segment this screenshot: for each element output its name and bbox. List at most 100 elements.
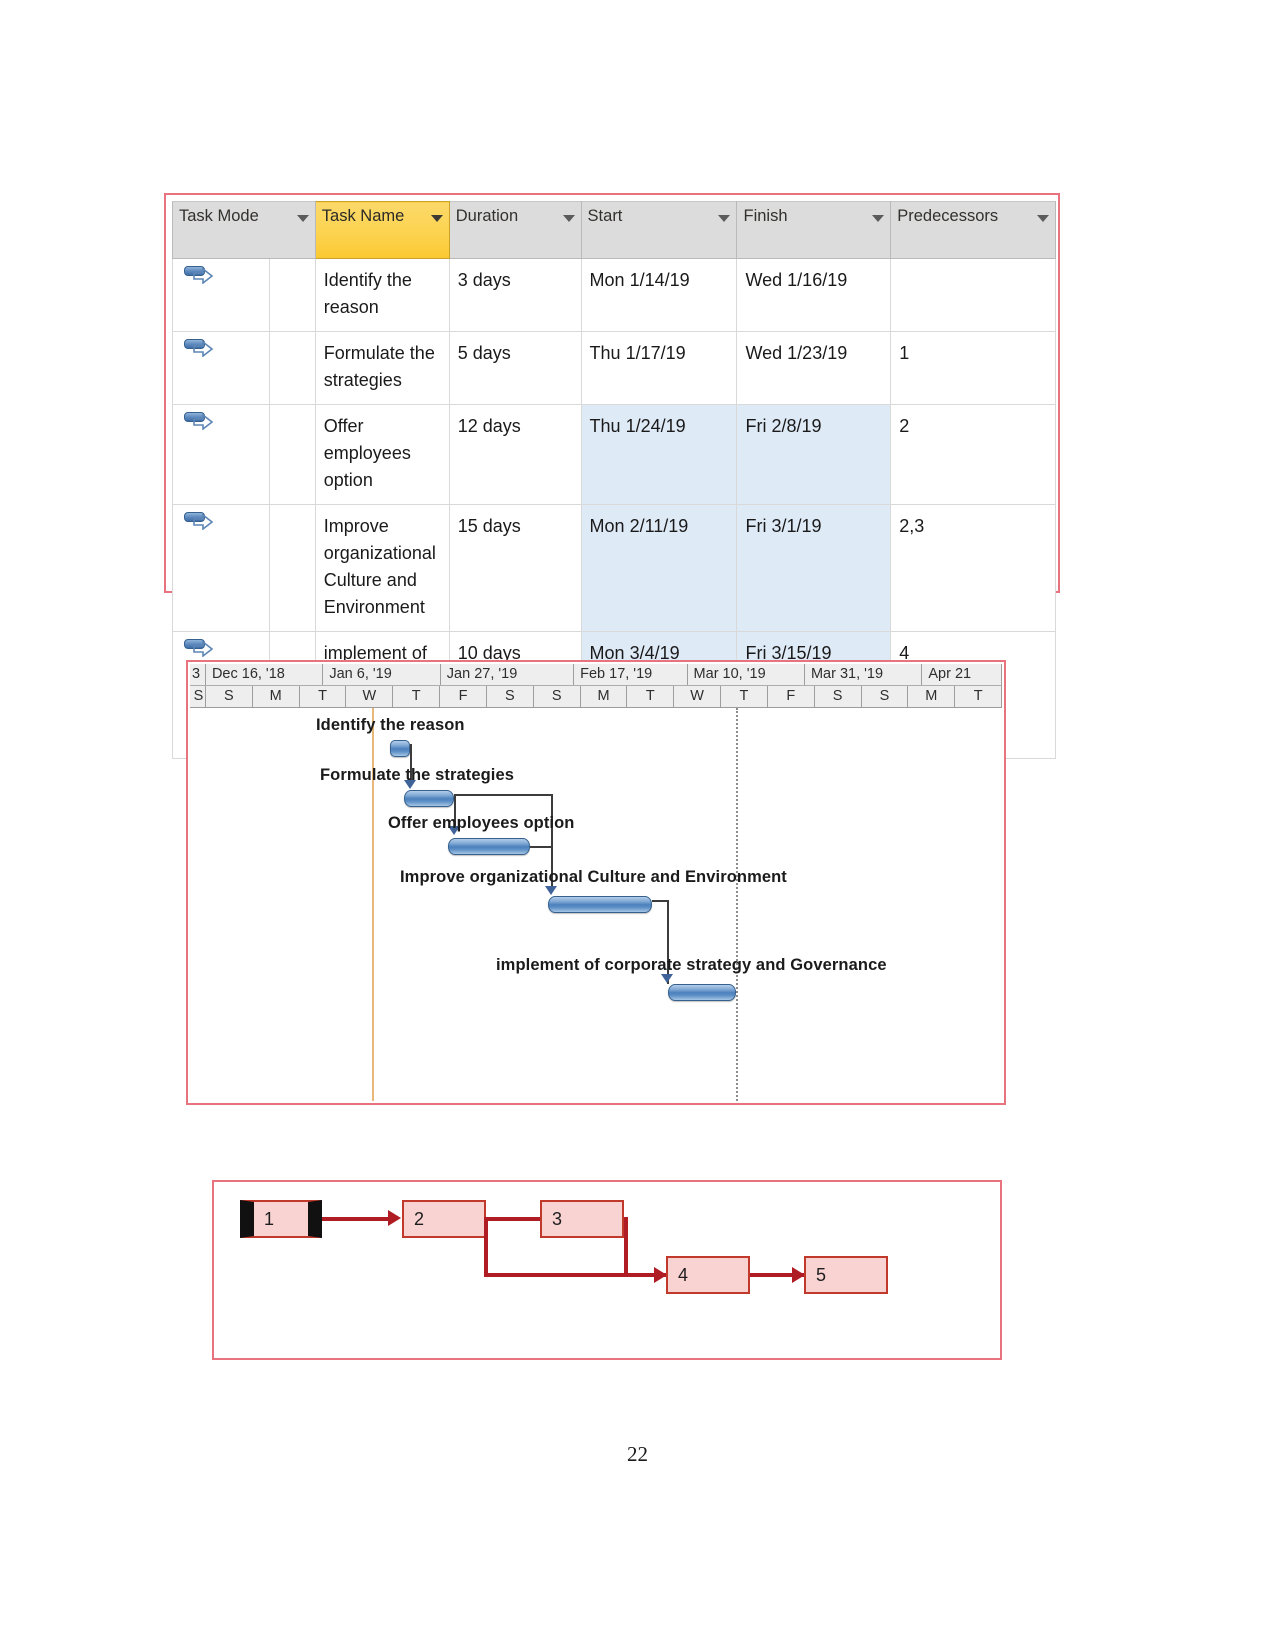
task-indent-cell — [268, 404, 316, 505]
start-cell[interactable]: Mon 2/11/19 — [580, 504, 738, 632]
arrow-right-icon — [388, 1210, 401, 1226]
auto-schedule-icon — [183, 511, 214, 541]
gantt-link — [530, 846, 552, 848]
task-name-cell[interactable]: Identify the reason — [314, 258, 450, 332]
start-cell[interactable]: Thu 1/24/19 — [580, 404, 738, 505]
task-indent-cell — [268, 504, 316, 632]
chevron-down-icon[interactable] — [296, 215, 309, 222]
gantt-month-cell: Dec 16, '18 — [205, 664, 324, 685]
task-mode-cell[interactable] — [172, 404, 270, 505]
gantt-bar[interactable] — [668, 984, 736, 1001]
task-name-cell[interactable]: Improve organizational Culture and Envir… — [314, 504, 450, 632]
task-mode-cell[interactable] — [172, 504, 270, 632]
page-number: 22 — [627, 1442, 648, 1466]
column-header-task-mode[interactable]: Task Mode — [172, 201, 316, 259]
gantt-day-cell: S — [205, 686, 253, 707]
gantt-bar[interactable] — [448, 838, 530, 855]
task-mode-cell[interactable] — [172, 258, 270, 332]
gantt-link-arrow-icon — [661, 974, 673, 983]
gantt-day-cell: S — [814, 686, 862, 707]
duration-cell[interactable]: 15 days — [448, 504, 582, 632]
column-header-start[interactable]: Start — [580, 201, 738, 259]
gantt-day-cell: T — [955, 686, 1003, 707]
start-cell[interactable]: Thu 1/17/19 — [580, 331, 738, 405]
network-edge-1-2 — [322, 1217, 394, 1221]
network-node-2[interactable]: 2 — [402, 1200, 486, 1238]
gantt-month-cell: Jan 6, '19 — [323, 664, 441, 685]
finish-cell[interactable]: Wed 1/16/19 — [736, 258, 892, 332]
task-name-cell[interactable]: Offer employees option — [314, 404, 450, 505]
task-name-cell[interactable]: Formulate the strategies — [314, 331, 450, 405]
network-node-4[interactable]: 4 — [666, 1256, 750, 1294]
gantt-timeline-header: 3 Dec 16, '18 Jan 6, '19 Jan 27, '19 Feb… — [190, 664, 1003, 708]
gantt-day-cell: F — [440, 686, 487, 707]
column-header-duration[interactable]: Duration — [448, 201, 582, 259]
network-node-3[interactable]: 3 — [540, 1200, 624, 1238]
gantt-month-cell: Mar 31, '19 — [804, 664, 923, 685]
column-header-task-name[interactable]: Task Name — [314, 201, 450, 259]
predecessors-cell[interactable]: 2,3 — [890, 504, 1056, 632]
gantt-day-cell: S — [533, 686, 581, 707]
gantt-bar[interactable] — [390, 740, 410, 757]
network-edge-3-4 — [624, 1217, 628, 1273]
predecessors-cell[interactable] — [890, 258, 1056, 332]
duration-cell[interactable]: 5 days — [448, 331, 582, 405]
gantt-month-row: 3 Dec 16, '18 Jan 6, '19 Jan 27, '19 Feb… — [190, 664, 1003, 686]
arrow-right-glyph — [193, 413, 214, 431]
finish-cell[interactable]: Wed 1/23/19 — [736, 331, 892, 405]
predecessors-cell[interactable]: 1 — [890, 331, 1056, 405]
finish-cell[interactable]: Fri 2/8/19 — [736, 404, 892, 505]
gantt-day-cell: T — [627, 686, 675, 707]
gantt-day-cell: T — [299, 686, 347, 707]
chevron-down-icon[interactable] — [430, 215, 443, 222]
start-cell[interactable]: Mon 1/14/19 — [580, 258, 738, 332]
gantt-link-arrow-icon — [545, 886, 557, 895]
gantt-bar-label: Offer employees option — [388, 814, 575, 832]
column-header-start-label: Start — [587, 207, 623, 225]
gantt-link — [652, 900, 668, 902]
gantt-day-cell: M — [252, 686, 300, 707]
table-row[interactable]: Improve organizational Culture and Envir… — [172, 504, 1056, 632]
gantt-day-cell: S — [861, 686, 909, 707]
gantt-day-cell: M — [580, 686, 628, 707]
finish-cell[interactable]: Fri 3/1/19 — [736, 504, 892, 632]
arrow-right-glyph — [193, 267, 214, 285]
gantt-month-cell: Feb 17, '19 — [574, 664, 688, 685]
table-row[interactable]: Formulate the strategies 5 days Thu 1/17… — [172, 331, 1056, 405]
column-header-finish-label: Finish — [743, 207, 788, 225]
duration-cell[interactable]: 12 days — [448, 404, 582, 505]
task-mode-cell[interactable] — [172, 331, 270, 405]
gantt-day-cell: S — [486, 686, 534, 707]
network-node-5[interactable]: 5 — [804, 1256, 888, 1294]
column-header-duration-label: Duration — [455, 207, 519, 225]
network-diagram-panel: 1 2 3 4 5 — [212, 1180, 1002, 1360]
task-indent-cell — [268, 258, 316, 332]
gantt-bar[interactable] — [548, 896, 652, 913]
chevron-down-icon[interactable] — [562, 215, 575, 222]
gantt-day-row: S S M T W T F S S M T W T F S S M T — [190, 686, 1003, 708]
gantt-bar-label: Formulate the strategies — [320, 766, 515, 784]
duration-cell[interactable]: 3 days — [448, 258, 582, 332]
table-row[interactable]: Identify the reason 3 days Mon 1/14/19 W… — [172, 258, 1056, 332]
gantt-link — [454, 794, 552, 796]
chevron-down-icon[interactable] — [1037, 215, 1049, 222]
table-row[interactable]: Offer employees option 12 days Thu 1/24/… — [172, 404, 1056, 505]
auto-schedule-icon — [183, 411, 214, 441]
gantt-plot-area[interactable]: Identify the reason Formulate the strate… — [190, 708, 1002, 1101]
predecessors-cell[interactable]: 2 — [890, 404, 1056, 505]
task-table-panel: Task Mode Task Name Duration Start Finis… — [164, 193, 1060, 759]
network-edge-2-4 — [484, 1273, 666, 1277]
network-edge-2-4 — [484, 1217, 488, 1277]
column-header-predecessors[interactable]: Predecessors — [890, 201, 1056, 259]
chevron-down-icon[interactable] — [872, 215, 885, 222]
network-node-1[interactable]: 1 — [240, 1200, 322, 1238]
gantt-day-cell: T — [393, 686, 441, 707]
column-header-finish[interactable]: Finish — [736, 201, 892, 259]
gantt-day-cell: W — [346, 686, 394, 707]
gantt-chart-panel: 3 Dec 16, '18 Jan 6, '19 Jan 27, '19 Feb… — [186, 660, 1006, 1105]
gantt-month-cell: Apr 21 — [922, 664, 1003, 685]
gantt-bar[interactable] — [404, 790, 454, 807]
auto-schedule-icon — [183, 265, 214, 295]
chevron-down-icon[interactable] — [718, 215, 731, 222]
gantt-month-cell: Mar 10, '19 — [687, 664, 805, 685]
